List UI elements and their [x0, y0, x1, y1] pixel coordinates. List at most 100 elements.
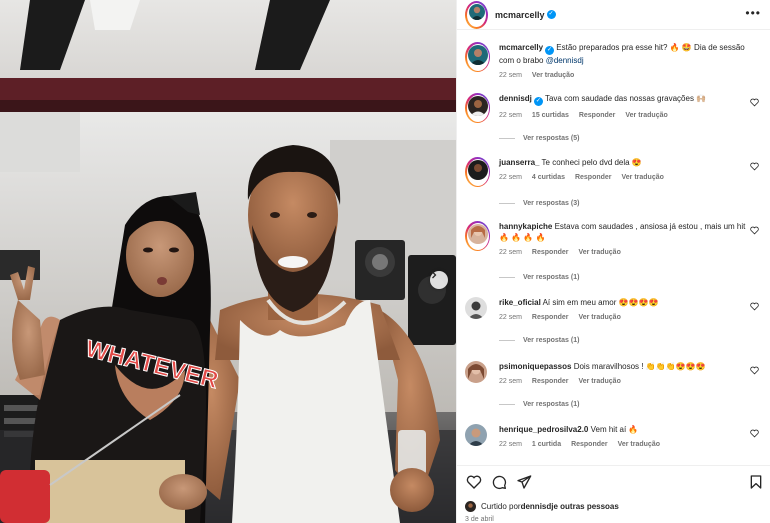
view-replies-link[interactable]: Ver respostas (5): [499, 135, 579, 142]
comment-username[interactable]: hannykapiche: [499, 222, 552, 231]
replies-divider: [499, 276, 515, 278]
verified-badge-icon: ✓: [545, 46, 555, 55]
reply-button[interactable]: Responder: [575, 174, 612, 181]
comment-likes[interactable]: 15 curtidas: [532, 112, 569, 119]
comment-meta: 22 sem Responder Ver tradução: [499, 247, 749, 258]
comment-username[interactable]: rike_oficial: [499, 298, 541, 307]
comment-body: henrique_pedrosilva2.0 Vem hit aí 🔥 22 s…: [499, 424, 749, 450]
view-replies-text: Ver respostas (5): [523, 135, 580, 142]
avatar: [465, 297, 487, 319]
comment-time[interactable]: 22 sem: [499, 249, 522, 256]
avatar: [467, 223, 488, 244]
commenter-avatar[interactable]: [465, 297, 487, 324]
translate-link[interactable]: Ver tradução: [578, 249, 620, 256]
author-avatar-ring[interactable]: [465, 42, 490, 72]
view-replies-text: Ver respostas (1): [523, 274, 580, 281]
heart-icon[interactable]: [750, 429, 759, 438]
comment-time[interactable]: 22 sem: [499, 378, 522, 385]
comment-time[interactable]: 22 sem: [499, 174, 522, 181]
comment-time[interactable]: 22 sem: [499, 112, 522, 119]
heart-icon[interactable]: [750, 98, 759, 107]
bookmark-icon[interactable]: [748, 474, 764, 490]
comment-likes[interactable]: 1 curtida: [532, 441, 561, 448]
translate-link[interactable]: Ver tradução: [618, 441, 660, 448]
liked-by: Curtido por dennisdj e outras pessoas: [465, 501, 619, 512]
comment-meta: 22 sem 4 curtidas Responder Ver tradução: [499, 172, 749, 183]
comment-meta: 22 sem Responder Ver tradução: [499, 312, 749, 323]
translate-link[interactable]: Ver tradução: [578, 378, 620, 385]
comment-text: Tava com saudade das nossas gravações 🙌🏼: [544, 94, 707, 103]
view-replies-link[interactable]: Ver respostas (1): [499, 274, 579, 281]
chevron-right-icon: [432, 271, 437, 279]
next-photo-button[interactable]: [430, 271, 448, 289]
author-avatar-ring[interactable]: [465, 0, 488, 29]
comment-meta: 22 sem Responder Ver tradução: [499, 376, 749, 387]
comment-body: dennisdj ✓ Tava com saudade das nossas gr…: [499, 93, 749, 121]
translate-link[interactable]: Ver tradução: [578, 314, 620, 321]
heart-icon[interactable]: [750, 162, 759, 171]
caption-mention-link[interactable]: @dennisdj: [546, 56, 584, 65]
post-author-name[interactable]: mcmarcelly: [495, 10, 545, 20]
comment-text: Aí sim em meu amor 😍😍😍😍: [542, 298, 659, 307]
post-details-panel: mcmarcelly ✓ ••• mcmarcelly ✓ Estão prepa…: [456, 0, 770, 523]
comments-list[interactable]: mcmarcelly ✓ Estão preparados pra esse hi…: [457, 30, 770, 465]
translate-link[interactable]: Ver tradução: [625, 112, 667, 119]
heart-icon[interactable]: [466, 474, 482, 490]
comment-body: juanserra_ Te conheci pelo dvd dela 😍 22…: [499, 157, 749, 183]
commenter-avatar-ring[interactable]: [465, 221, 490, 251]
reply-button[interactable]: Responder: [532, 249, 569, 256]
replies-divider: [499, 403, 515, 405]
comment-username[interactable]: henrique_pedrosilva2.0: [499, 425, 588, 434]
translate-link[interactable]: Ver tradução: [621, 174, 663, 181]
comment-time[interactable]: 22 sem: [499, 441, 522, 448]
caption-author[interactable]: mcmarcelly: [499, 43, 543, 52]
commenter-avatar[interactable]: [465, 424, 487, 451]
view-replies-link[interactable]: Ver respostas (1): [499, 337, 579, 344]
post-date[interactable]: 3 de abril: [465, 516, 494, 523]
share-icon[interactable]: [516, 474, 532, 490]
verified-badge-icon: ✓: [533, 97, 543, 106]
replies-divider: [499, 339, 515, 341]
replies-divider: [499, 137, 515, 139]
comment-likes[interactable]: 4 curtidas: [532, 174, 565, 181]
heart-icon[interactable]: [750, 226, 759, 235]
comment-text: Te conheci pelo dvd dela 😍: [541, 158, 642, 167]
commenter-avatar-ring[interactable]: [465, 93, 490, 123]
avatar: [465, 424, 487, 446]
view-replies-text: Ver respostas (1): [523, 337, 580, 344]
caption-translate-link[interactable]: Ver tradução: [532, 72, 574, 79]
replies-divider: [499, 202, 515, 204]
reply-button[interactable]: Responder: [532, 314, 569, 321]
verified-badge-icon: ✓: [546, 10, 556, 19]
comment-username[interactable]: juanserra_: [499, 158, 539, 167]
comment-text: Dois maravilhosos ! 👏👏👏😍😍😍: [573, 362, 706, 371]
view-replies-link[interactable]: Ver respostas (3): [499, 200, 579, 207]
comment-icon[interactable]: [491, 474, 507, 490]
reply-button[interactable]: Responder: [532, 378, 569, 385]
reply-button[interactable]: Responder: [571, 441, 608, 448]
liked-by-user[interactable]: dennisdj: [521, 502, 554, 511]
comment-body: psimoniquepassos Dois maravilhosos ! 👏👏👏…: [499, 361, 749, 387]
view-replies-link[interactable]: Ver respostas (1): [499, 401, 579, 408]
avatar[interactable]: [465, 501, 476, 512]
comment-meta: 22 sem 15 curtidas Responder Ver traduçã…: [499, 110, 749, 121]
comment-username[interactable]: dennisdj: [499, 94, 532, 103]
commenter-avatar[interactable]: [465, 361, 487, 388]
caption-time[interactable]: 22 sem: [499, 72, 522, 79]
more-options-icon[interactable]: •••: [745, 6, 761, 20]
comment-time[interactable]: 22 sem: [499, 314, 522, 321]
heart-icon[interactable]: [750, 302, 759, 311]
reply-button[interactable]: Responder: [579, 112, 616, 119]
avatar: [467, 44, 488, 65]
avatar: [465, 361, 487, 383]
comment-username[interactable]: psimoniquepassos: [499, 362, 571, 371]
liked-by-others[interactable]: e outras pessoas: [553, 502, 618, 511]
view-replies-text: Ver respostas (1): [523, 401, 580, 408]
avatar: [467, 95, 488, 116]
caption-body: mcmarcelly ✓ Estão preparados pra esse hi…: [499, 42, 749, 81]
commenter-avatar-ring[interactable]: [465, 157, 490, 187]
heart-icon[interactable]: [750, 366, 759, 375]
post-photo: WHATEVER: [0, 0, 456, 523]
comment-body: rike_oficial Aí sim em meu amor 😍😍😍😍 22 …: [499, 297, 749, 323]
avatar: [468, 4, 485, 20]
